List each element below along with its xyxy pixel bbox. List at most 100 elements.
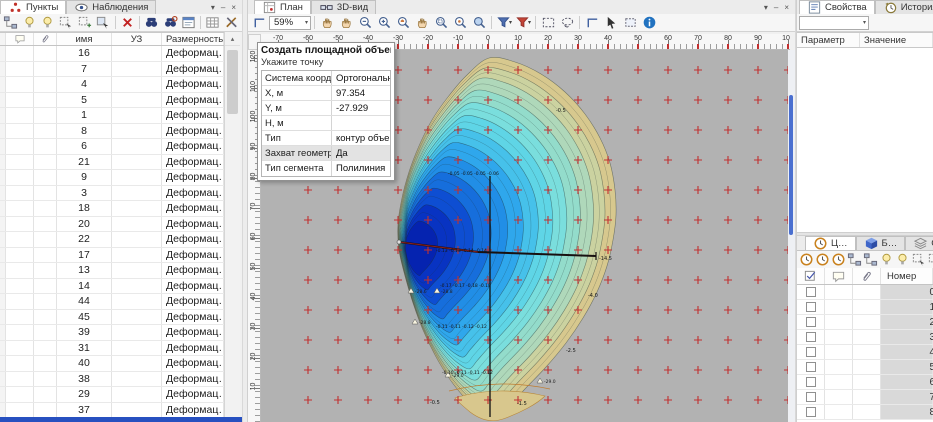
dock-menu-button[interactable]: ▾ <box>211 3 215 12</box>
tab-points[interactable]: Пункты <box>0 0 66 14</box>
bulb-button[interactable] <box>20 15 37 31</box>
tab-3d-view[interactable]: 3D-вид <box>311 0 376 14</box>
zoom-in-button[interactable] <box>375 15 393 31</box>
tab-cycles[interactable]: Ц… <box>805 236 856 250</box>
table-row[interactable]: 29Деформац… <box>0 387 224 403</box>
properties-filter-combobox[interactable]: ▾ <box>799 16 869 30</box>
clock-button[interactable] <box>815 252 830 268</box>
table-row[interactable]: 39Деформац… <box>0 325 224 341</box>
lasso-button[interactable] <box>558 15 576 31</box>
name-column-header[interactable]: имя <box>57 33 112 45</box>
table-row[interactable]: 5Деформац… <box>0 93 224 109</box>
tab-layers[interactable]: С… <box>905 236 933 250</box>
tools-button[interactable] <box>223 15 240 31</box>
table-row[interactable]: 6 <box>797 375 933 390</box>
tab-observations[interactable]: Наблюдения <box>66 0 156 14</box>
row-checkbox[interactable] <box>806 392 816 402</box>
table-row[interactable]: 2 <box>797 315 933 330</box>
minimize-button[interactable]: – <box>774 3 778 12</box>
close-button[interactable]: × <box>784 3 789 12</box>
table-row[interactable]: 4Деформац… <box>0 77 224 93</box>
tab-properties[interactable]: Свойства <box>799 0 875 14</box>
attachment-column-header[interactable] <box>853 268 881 284</box>
table-grid-button[interactable] <box>204 15 221 31</box>
table-row[interactable]: 40Деформац… <box>0 356 224 372</box>
row-checkbox[interactable] <box>806 407 816 417</box>
zoom-selected-button[interactable] <box>451 15 469 31</box>
table-row[interactable]: 17Деформац… <box>0 248 224 264</box>
table-row[interactable]: 18Деформац… <box>0 201 224 217</box>
zoom-level-combobox[interactable]: 59% ▾ <box>269 16 311 30</box>
comment-column-header[interactable] <box>825 268 853 284</box>
select-add-button[interactable] <box>76 15 93 31</box>
grab-hand-button[interactable] <box>337 15 355 31</box>
binoculars-button[interactable] <box>143 15 160 31</box>
parameter-value-field[interactable]: 97.354 <box>332 86 390 100</box>
row-checkbox[interactable] <box>806 377 816 387</box>
select-column-header[interactable] <box>797 268 825 284</box>
corner-button[interactable] <box>583 15 601 31</box>
scrollbar-thumb[interactable] <box>789 95 793 235</box>
pan-hand-button[interactable] <box>413 15 431 31</box>
parameter-value-field[interactable]: контур объекта <box>332 131 390 145</box>
table-row[interactable]: 37Деформац… <box>0 403 224 418</box>
cursor-button[interactable] <box>602 15 620 31</box>
binoculars-search-button[interactable] <box>161 15 178 31</box>
table-row[interactable]: 31Деформац… <box>0 341 224 357</box>
row-checkbox[interactable] <box>806 287 816 297</box>
number-column-header[interactable]: Номер <box>881 268 933 284</box>
filter-button[interactable]: ▾ <box>495 15 513 31</box>
bulb-button[interactable] <box>895 252 910 268</box>
delete-x-button[interactable] <box>119 15 136 31</box>
zoom-window-button[interactable] <box>432 15 450 31</box>
table-row[interactable]: 38Деформац… <box>0 372 224 388</box>
table-row[interactable]: 4 <box>797 345 933 360</box>
comment-column-header[interactable] <box>6 33 34 45</box>
table-row[interactable]: 44Деформац… <box>0 294 224 310</box>
select-cursor-button[interactable] <box>94 15 111 31</box>
parameter-value-field[interactable]: Да <box>332 146 390 160</box>
tab-history[interactable]: История <box>875 0 933 14</box>
bulb-button[interactable] <box>879 252 894 268</box>
minimize-button[interactable]: – <box>221 3 225 12</box>
table-row[interactable]: 1Деформац… <box>0 108 224 124</box>
table-row[interactable]: 20Деформац… <box>0 217 224 233</box>
table-row[interactable]: 21Деформац… <box>0 155 224 171</box>
select-new-button[interactable] <box>911 252 926 268</box>
scrollbar-thumb[interactable] <box>227 50 238 114</box>
dimension-column-header[interactable]: Размерность <box>162 33 224 45</box>
tab-blocks[interactable]: Б… <box>856 236 906 250</box>
dock-menu-button[interactable]: ▾ <box>764 3 768 12</box>
bulb-button[interactable] <box>39 15 56 31</box>
close-button[interactable]: × <box>231 3 236 12</box>
zoom-all-button[interactable] <box>470 15 488 31</box>
parameter-value-field[interactable]: Полилиния <box>332 161 390 176</box>
row-checkbox[interactable] <box>806 332 816 342</box>
row-checkbox[interactable] <box>806 317 816 327</box>
table-row[interactable]: 7Деформац… <box>0 62 224 78</box>
filter-red-button[interactable]: ▾ <box>514 15 532 31</box>
select-add-button[interactable] <box>927 252 933 268</box>
row-checkbox[interactable] <box>806 347 816 357</box>
link-button[interactable] <box>2 15 19 31</box>
table-row[interactable]: 8 <box>797 405 933 420</box>
dashed-rect-button[interactable] <box>621 15 639 31</box>
link-button[interactable] <box>847 252 862 268</box>
table-row[interactable]: 13Деформац… <box>0 263 224 279</box>
select-new-button[interactable] <box>57 15 74 31</box>
link-button[interactable] <box>863 252 878 268</box>
table-row[interactable]: 6Деформац… <box>0 139 224 155</box>
parameter-value-field[interactable] <box>332 116 390 130</box>
zoom-home-button[interactable] <box>394 15 412 31</box>
table-row[interactable]: 0 <box>797 285 933 300</box>
parameter-value-field[interactable]: -27.929 <box>332 101 390 115</box>
uz-column-header[interactable]: УЗ <box>112 33 162 45</box>
table-row[interactable]: 9Деформац… <box>0 170 224 186</box>
table-row[interactable]: 16Деформац… <box>0 46 224 62</box>
zoom-out-button[interactable] <box>356 15 374 31</box>
row-checkbox[interactable] <box>806 302 816 312</box>
rect-select-button[interactable] <box>539 15 557 31</box>
scroll-up-icon[interactable]: ▴ <box>225 32 240 46</box>
clock-button[interactable] <box>831 252 846 268</box>
info-button[interactable] <box>640 15 658 31</box>
